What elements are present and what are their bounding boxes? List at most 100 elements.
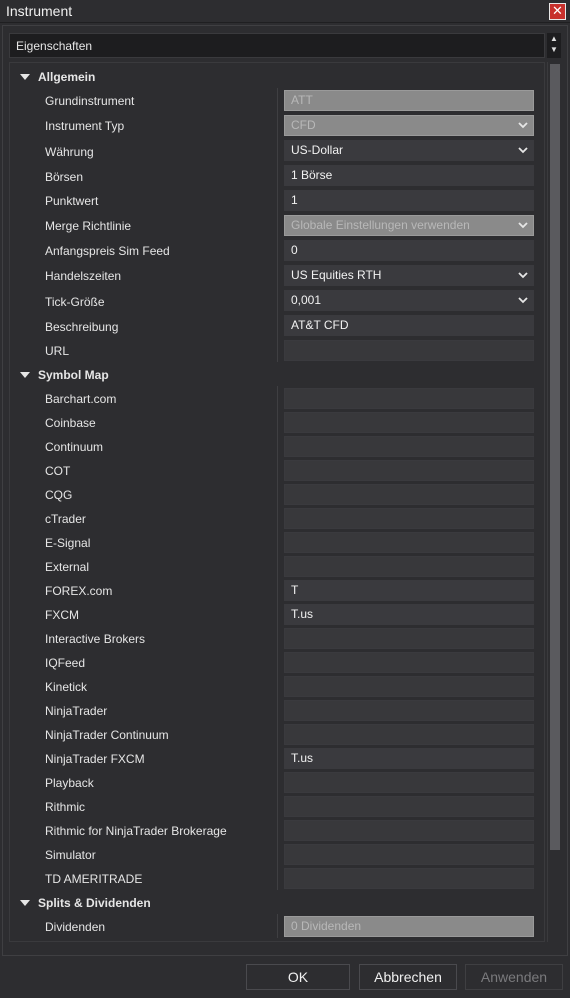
cancel-button[interactable]: Abbrechen	[359, 964, 457, 990]
title-bar: Instrument ✕	[0, 0, 570, 23]
property-label: Coinbase	[45, 416, 96, 430]
property-label: cTrader	[45, 512, 86, 526]
property-input[interactable]	[284, 628, 534, 649]
category-splits-dividenden[interactable]: Splits & Dividenden	[20, 896, 151, 918]
property-input: ATT	[284, 90, 534, 111]
property-input[interactable]: T.us	[284, 748, 534, 769]
property-value: 0	[291, 243, 298, 257]
property-value: AT&T CFD	[291, 318, 349, 332]
property-input[interactable]	[284, 436, 534, 457]
property-input[interactable]	[284, 772, 534, 793]
property-label: Beschreibung	[45, 320, 119, 334]
property-dropdown[interactable]: US-Dollar	[284, 140, 534, 161]
property-value: CFD	[291, 118, 316, 132]
property-label: FXCM	[45, 608, 79, 622]
property-label: Grundinstrument	[45, 94, 135, 108]
category-label: Allgemein	[38, 70, 96, 84]
property-value: US-Dollar	[291, 143, 344, 157]
property-label: Börsen	[45, 170, 84, 184]
property-label: FOREX.com	[45, 584, 113, 598]
property-input[interactable]	[284, 340, 534, 361]
property-label: CQG	[45, 488, 73, 502]
property-input[interactable]	[284, 532, 534, 553]
close-icon[interactable]: ✕	[549, 3, 566, 20]
property-input[interactable]	[284, 652, 534, 673]
property-input[interactable]	[284, 460, 534, 481]
property-value: 0,001	[291, 293, 322, 307]
properties-header-label: Eigenschaften	[16, 39, 93, 53]
property-input[interactable]	[284, 796, 534, 817]
vertical-scrollbar[interactable]	[547, 62, 561, 942]
window-title: Instrument	[6, 3, 73, 19]
property-label: E-Signal	[45, 536, 91, 550]
property-input[interactable]	[284, 868, 534, 889]
property-label: Anfangspreis Sim Feed	[45, 244, 170, 258]
column-divider[interactable]	[277, 914, 278, 938]
property-label: URL	[45, 344, 70, 358]
property-label: External	[45, 560, 90, 574]
property-input[interactable]	[284, 676, 534, 697]
property-input[interactable]: AT&T CFD	[284, 315, 534, 336]
collapse-triangle-icon[interactable]	[20, 899, 30, 906]
property-input[interactable]	[284, 388, 534, 409]
category-allgemein[interactable]: Allgemein	[20, 70, 95, 92]
property-label: Barchart.com	[45, 392, 117, 406]
property-input[interactable]	[284, 724, 534, 745]
property-label: Interactive Brokers	[45, 632, 146, 646]
category-label: Splits & Dividenden	[38, 896, 151, 910]
property-input[interactable]: 1	[284, 190, 534, 211]
scroll-up-icon[interactable]: ▲	[550, 34, 558, 43]
property-label: Merge Richtlinie	[45, 219, 132, 233]
chevron-down-icon[interactable]	[518, 219, 528, 231]
property-input[interactable]: 1 Börse	[284, 165, 534, 186]
chevron-down-icon[interactable]	[518, 269, 528, 281]
property-label: IQFeed	[45, 656, 86, 670]
scroll-down-icon[interactable]: ▼	[550, 45, 558, 54]
column-divider[interactable]	[277, 88, 278, 362]
property-label: Handelszeiten	[45, 269, 122, 283]
property-label: Continuum	[45, 440, 104, 454]
property-label: Rithmic	[45, 800, 86, 814]
column-divider[interactable]	[277, 386, 278, 890]
property-value: T.us	[291, 607, 314, 621]
property-label: Kinetick	[45, 680, 88, 694]
property-dropdown: Globale Einstellungen verwenden	[284, 215, 534, 236]
property-value: ATT	[291, 93, 313, 107]
collapse-triangle-icon[interactable]	[20, 371, 30, 378]
collapse-triangle-icon[interactable]	[20, 73, 30, 80]
scrollbar-thumb[interactable]	[550, 64, 560, 850]
property-dropdown[interactable]: US Equities RTH	[284, 265, 534, 286]
category-symbol-map[interactable]: Symbol Map	[20, 368, 109, 390]
header-scroll-arrows[interactable]: ▲ ▼	[547, 33, 561, 58]
property-input[interactable]	[284, 484, 534, 505]
ok-button[interactable]: OK	[246, 964, 350, 990]
apply-button[interactable]: Anwenden	[465, 964, 563, 990]
property-value: 1	[291, 193, 298, 207]
property-label: Playback	[45, 776, 94, 790]
property-label: Währung	[45, 145, 94, 159]
chevron-down-icon[interactable]	[518, 144, 528, 156]
chevron-down-icon[interactable]	[518, 294, 528, 306]
property-label: Dividenden	[45, 920, 106, 934]
property-input[interactable]	[284, 700, 534, 721]
property-value: 0 Dividenden	[291, 919, 362, 933]
property-dropdown: CFD	[284, 115, 534, 136]
property-input[interactable]: T	[284, 580, 534, 601]
property-input[interactable]: T.us	[284, 604, 534, 625]
property-input[interactable]: 0	[284, 240, 534, 261]
property-value: T	[291, 583, 299, 597]
property-input[interactable]	[284, 508, 534, 529]
property-input[interactable]	[284, 412, 534, 433]
property-label: Punktwert	[45, 194, 99, 208]
property-label: TD AMERITRADE	[45, 872, 143, 886]
property-label: COT	[45, 464, 71, 478]
property-label: Tick-Größe	[45, 295, 105, 309]
property-value: Globale Einstellungen verwenden	[291, 218, 470, 232]
property-input[interactable]	[284, 556, 534, 577]
property-input[interactable]	[284, 844, 534, 865]
property-dropdown[interactable]: 0,001	[284, 290, 534, 311]
chevron-down-icon[interactable]	[518, 119, 528, 131]
property-label: NinjaTrader	[45, 704, 108, 718]
property-input[interactable]	[284, 820, 534, 841]
property-value: T.us	[291, 751, 314, 765]
